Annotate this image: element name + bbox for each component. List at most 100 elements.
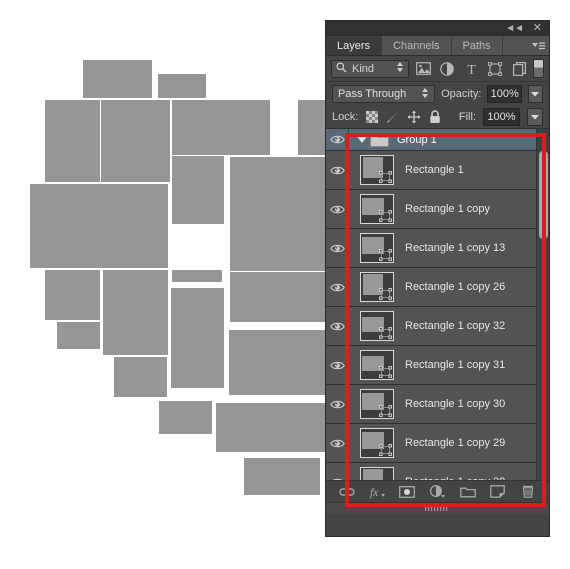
fill-dropdown-button[interactable] xyxy=(527,108,543,126)
close-panel-icon[interactable]: ✕ xyxy=(533,22,542,35)
blend-mode-select[interactable]: Pass Through xyxy=(332,85,436,103)
new-group-icon[interactable] xyxy=(459,484,476,500)
layer-thumbnail[interactable] xyxy=(349,311,405,341)
vector-mask-badge-icon xyxy=(379,327,392,339)
shape-layer-filter-icon[interactable] xyxy=(485,59,505,79)
layer-row[interactable]: Rectangle 1 copy 32 xyxy=(326,307,549,346)
smart-object-filter-icon[interactable] xyxy=(509,59,529,79)
vector-mask-badge-icon xyxy=(379,288,392,300)
layer-thumbnail[interactable] xyxy=(349,194,405,224)
layer-visibility-eye-icon[interactable] xyxy=(326,424,349,462)
search-icon xyxy=(336,62,347,76)
canvas-rectangle[interactable] xyxy=(57,322,100,349)
layer-thumbnail[interactable] xyxy=(349,233,405,263)
new-layer-icon[interactable] xyxy=(489,484,506,500)
filter-kind-select[interactable]: Kind xyxy=(331,59,409,78)
document-canvas[interactable] xyxy=(0,0,330,569)
lock-position-icon[interactable] xyxy=(407,110,421,124)
delete-layer-icon[interactable] xyxy=(519,484,536,500)
layer-visibility-eye-icon[interactable] xyxy=(326,385,349,423)
canvas-rectangle[interactable] xyxy=(172,100,270,155)
canvas-rectangle[interactable] xyxy=(159,401,212,434)
canvas-rectangle[interactable] xyxy=(101,100,170,182)
canvas-rectangle[interactable] xyxy=(103,270,168,355)
new-adjustment-layer-icon[interactable] xyxy=(429,484,446,500)
layer-visibility-eye-icon[interactable] xyxy=(326,229,349,267)
pixel-layer-filter-icon[interactable] xyxy=(413,59,433,79)
layer-filter-row: Kind T xyxy=(326,56,549,82)
layer-visibility-eye-icon[interactable] xyxy=(326,346,349,384)
lock-transparency-icon[interactable] xyxy=(365,110,379,124)
tab-paths[interactable]: Paths xyxy=(451,36,503,55)
layer-row[interactable]: Rectangle 1 copy 30 xyxy=(326,385,549,424)
layer-row[interactable]: Rectangle 1 copy xyxy=(326,190,549,229)
layer-visibility-eye-icon[interactable] xyxy=(326,268,349,306)
layer-visibility-eye-icon[interactable] xyxy=(326,307,349,345)
tab-channels[interactable]: Channels xyxy=(382,36,452,55)
vector-mask-badge-icon xyxy=(379,249,392,261)
collapse-panel-icon[interactable]: ◄◄ xyxy=(505,22,524,35)
canvas-rectangle[interactable] xyxy=(172,156,224,224)
layer-thumbnail[interactable] xyxy=(349,272,405,302)
layer-visibility-eye-icon[interactable] xyxy=(326,190,349,228)
layer-row[interactable]: Rectangle 1 copy 29 xyxy=(326,424,549,463)
fill-input[interactable]: 100% xyxy=(483,108,520,126)
layer-row[interactable]: Rectangle 1 copy 31 xyxy=(326,346,549,385)
updown-arrows-icon[interactable] xyxy=(421,87,429,102)
canvas-rectangle[interactable] xyxy=(229,330,330,395)
layer-style-fx-icon[interactable]: fx xyxy=(369,484,386,500)
lock-image-icon[interactable] xyxy=(386,110,400,124)
layer-visibility-eye-icon[interactable] xyxy=(326,463,349,480)
resize-grip-icon xyxy=(424,506,447,511)
canvas-rectangle[interactable] xyxy=(244,458,320,495)
layer-row[interactable]: Rectangle 1 copy 13 xyxy=(326,229,549,268)
canvas-rectangle[interactable] xyxy=(216,403,330,452)
updown-arrows-icon[interactable] xyxy=(396,61,404,76)
panel-menu-icon[interactable] xyxy=(531,39,545,53)
scrollbar-thumb[interactable] xyxy=(539,151,548,239)
panel-tabs: Layers Channels Paths xyxy=(326,36,549,56)
canvas-rectangle[interactable] xyxy=(45,270,100,320)
panel-resize-strip[interactable] xyxy=(326,502,549,514)
canvas-rectangle[interactable] xyxy=(158,74,206,98)
layer-visibility-eye-icon[interactable] xyxy=(326,151,349,189)
lock-all-icon[interactable] xyxy=(428,110,442,124)
layer-row[interactable]: Rectangle 1 copy 28 xyxy=(326,463,549,480)
layer-name: Rectangle 1 copy 30 xyxy=(405,398,506,410)
tab-layers[interactable]: Layers xyxy=(326,36,383,55)
filter-toggle-switch[interactable] xyxy=(533,59,544,78)
layer-row[interactable]: Rectangle 1 copy 26 xyxy=(326,268,549,307)
layer-name: Rectangle 1 copy 28 xyxy=(405,476,505,480)
canvas-rectangle[interactable] xyxy=(45,100,100,182)
layer-thumbnail[interactable] xyxy=(349,350,405,380)
canvas-rectangle[interactable] xyxy=(83,60,152,98)
lock-label: Lock: xyxy=(332,111,359,123)
type-layer-filter-icon[interactable]: T xyxy=(461,59,481,79)
canvas-rectangle[interactable] xyxy=(30,184,168,268)
canvas-rectangle[interactable] xyxy=(114,357,167,397)
layer-group-row[interactable]: Group 1 xyxy=(326,129,549,151)
add-layer-mask-icon[interactable] xyxy=(399,484,416,500)
adjustment-layer-filter-icon[interactable] xyxy=(437,59,457,79)
canvas-rectangle[interactable] xyxy=(230,272,330,322)
layer-thumbnail[interactable] xyxy=(349,389,405,419)
canvas-rectangle[interactable] xyxy=(230,157,330,271)
opacity-input[interactable]: 100% xyxy=(487,85,522,103)
layer-thumbnail[interactable] xyxy=(349,155,405,185)
layer-row[interactable]: Rectangle 1 xyxy=(326,151,549,190)
layer-thumbnail[interactable] xyxy=(349,467,405,480)
panel-title-bar[interactable]: ◄◄ ✕ xyxy=(326,21,549,36)
group-disclosure-triangle-icon[interactable] xyxy=(354,136,370,144)
opacity-dropdown-button[interactable] xyxy=(527,85,543,103)
layer-list[interactable]: Group 1 Rectangle 1 Rectangle 1 copy Rectan… xyxy=(326,128,549,480)
vector-mask-badge-icon xyxy=(379,210,392,222)
layer-thumbnail[interactable] xyxy=(349,428,405,458)
canvas-rectangle[interactable] xyxy=(171,288,224,388)
layer-visibility-eye-icon[interactable] xyxy=(326,129,349,151)
link-layers-icon[interactable] xyxy=(339,484,356,500)
blend-mode-value: Pass Through xyxy=(338,88,407,100)
blend-mode-row: Pass Through Opacity: 100% xyxy=(326,82,549,106)
vector-mask-badge-icon xyxy=(379,444,392,456)
canvas-rectangle[interactable] xyxy=(172,270,222,282)
layer-list-scrollbar[interactable] xyxy=(536,129,549,480)
